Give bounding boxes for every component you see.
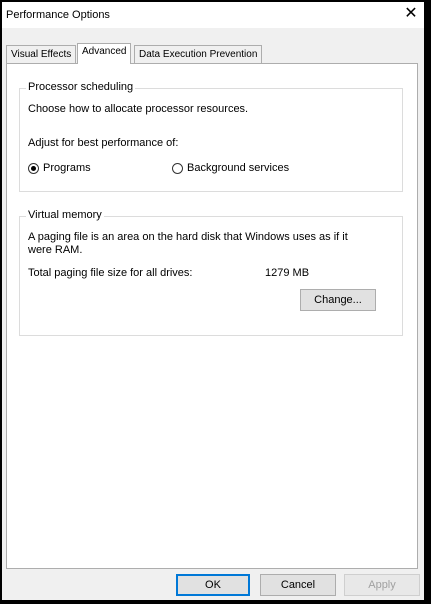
close-icon: ✕ <box>404 5 418 22</box>
adjust-performance-label: Adjust for best performance of: <box>28 137 179 149</box>
tab-data-execution-prevention[interactable]: Data Execution Prevention <box>134 45 263 63</box>
tab-advanced[interactable]: Advanced <box>77 43 132 64</box>
apply-button[interactable]: Apply <box>344 574 420 596</box>
cancel-button[interactable]: Cancel <box>260 574 336 596</box>
window-title: Performance Options <box>6 9 110 21</box>
change-button[interactable]: Change... <box>300 289 376 311</box>
total-paging-size-label: Total paging file size for all drives: <box>28 267 193 279</box>
virtual-memory-description-line-1: A paging file is an area on the hard dis… <box>28 231 348 243</box>
processor-scheduling-title: Processor scheduling <box>26 81 136 93</box>
title-bar[interactable]: Performance Options ✕ <box>2 2 424 28</box>
virtual-memory-description-line-2: were RAM. <box>28 244 83 256</box>
programs-radio[interactable] <box>28 162 39 174</box>
tab-visual-effects[interactable]: Visual Effects <box>6 45 77 63</box>
performance-options-window: Performance Options ✕ Visual Effects Adv… <box>2 2 424 600</box>
advanced-tab-panel: Processor scheduling Choose how to alloc… <box>6 63 418 569</box>
background-services-radio-option[interactable]: Background services <box>172 162 289 174</box>
close-button[interactable]: ✕ <box>402 5 420 23</box>
ok-button[interactable]: OK <box>176 574 250 596</box>
background-services-radio-label: Background services <box>187 162 290 174</box>
processor-scheduling-group: Processor scheduling Choose how to alloc… <box>19 81 403 192</box>
virtual-memory-title: Virtual memory <box>26 209 104 221</box>
programs-radio-label: Programs <box>43 162 91 174</box>
programs-radio-option[interactable]: Programs <box>28 162 91 174</box>
processor-description: Choose how to allocate processor resourc… <box>28 103 249 115</box>
total-paging-size-value: 1279 MB <box>265 267 310 279</box>
virtual-memory-group: Virtual memory A paging file is an area … <box>19 209 403 336</box>
tab-strip: Visual Effects Advanced Data Execution P… <box>6 43 420 64</box>
background-services-radio[interactable] <box>172 162 183 174</box>
